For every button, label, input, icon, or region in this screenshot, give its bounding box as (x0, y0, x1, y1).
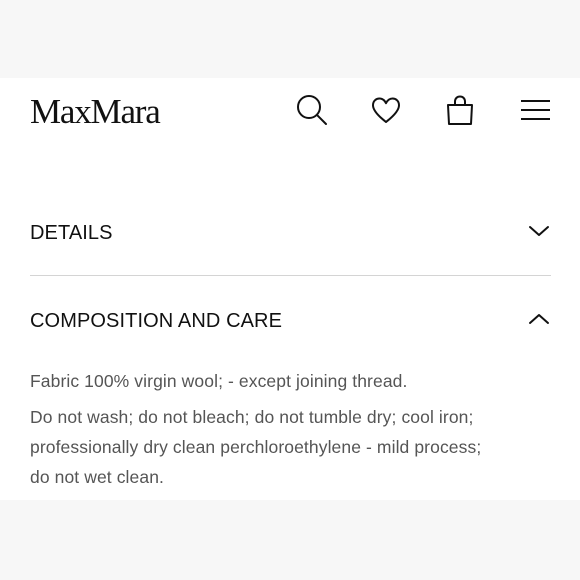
wishlist-button[interactable] (368, 92, 404, 128)
care-instruction-line-3: do not wet clean. (30, 467, 165, 487)
details-toggle[interactable] (528, 222, 550, 240)
menu-button[interactable] (517, 92, 553, 128)
shopping-bag-button[interactable] (442, 92, 478, 128)
heart-icon (372, 97, 400, 123)
accordion-divider (30, 275, 551, 276)
composition-content: Fabric 100% virgin wool; - except joinin… (30, 366, 551, 492)
details-accordion[interactable]: DETAILS (30, 204, 551, 260)
details-title: DETAILS (30, 222, 113, 244)
composition-toggle[interactable] (528, 310, 550, 328)
composition-and-care-accordion[interactable]: COMPOSITION AND CARE (30, 292, 551, 348)
shopping-bag-icon (447, 95, 473, 125)
fabric-text: Fabric 100% virgin wool; - except joinin… (30, 371, 408, 391)
brand-logo[interactable]: MaxMara (30, 93, 161, 131)
search-icon (297, 95, 327, 125)
hamburger-menu-icon (521, 100, 550, 120)
chevron-up-icon (529, 314, 549, 324)
composition-title: COMPOSITION AND CARE (30, 310, 283, 332)
care-instruction-line-2: professionally dry clean perchloroethyle… (30, 437, 482, 457)
chevron-down-icon (529, 226, 549, 236)
search-button[interactable] (294, 92, 330, 128)
care-instruction-line-1: Do not wash; do not bleach; do not tumbl… (30, 407, 474, 427)
site-header: MaxMara (0, 78, 580, 144)
